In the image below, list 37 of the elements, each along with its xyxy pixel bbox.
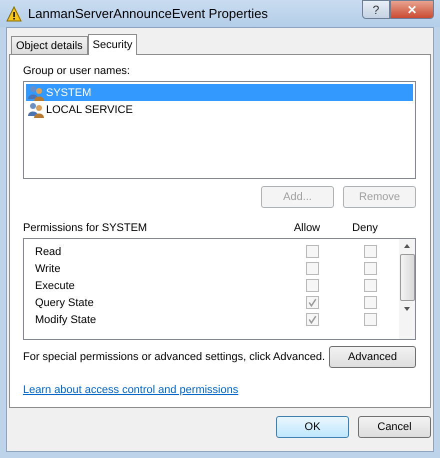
- permission-name: Query State: [34, 296, 95, 308]
- column-header: Deny: [351, 222, 379, 236]
- permission-name: Read: [34, 246, 62, 258]
- checkbox[interactable]: [364, 296, 376, 309]
- checkbox[interactable]: [306, 279, 318, 292]
- checkbox[interactable]: [364, 262, 376, 275]
- user-item[interactable]: LOCAL SERVICE: [26, 101, 413, 118]
- checkbox[interactable]: [364, 245, 376, 258]
- checkbox[interactable]: [364, 313, 376, 326]
- users-icon: [28, 84, 44, 100]
- group-label: Group or user names:: [23, 65, 131, 79]
- warning-icon: [6, 6, 22, 22]
- user-list[interactable]: SYSTEM LOCAL SERVICE: [23, 81, 416, 179]
- dialog-button[interactable]: Cancel: [358, 416, 431, 438]
- checkbox[interactable]: [364, 279, 376, 292]
- advanced-button[interactable]: Advanced: [329, 346, 416, 368]
- permission-name: Modify State: [34, 314, 98, 326]
- checkbox[interactable]: [306, 313, 318, 326]
- advanced-hint: For special permissions or advanced settings, click Advanced.: [23, 351, 326, 363]
- checkbox[interactable]: [306, 245, 318, 258]
- scrollbar[interactable]: [399, 239, 415, 339]
- permissions-label: Permissions for SYSTEM: [23, 222, 148, 236]
- window-title: LanmanServerAnnounceEvent Properties: [28, 6, 269, 21]
- tab[interactable]: Object details: [11, 36, 88, 54]
- tab[interactable]: Security: [88, 34, 138, 55]
- checkbox[interactable]: [306, 262, 318, 275]
- scroll-up-icon[interactable]: [403, 243, 411, 249]
- column-header: Allow: [292, 222, 322, 236]
- help-button[interactable]: ?: [362, 0, 390, 19]
- permission-name: Write: [34, 262, 62, 274]
- help-link[interactable]: Learn about access control and permissions: [23, 384, 238, 396]
- permission-name: Execute: [34, 280, 76, 292]
- scroll-down-icon[interactable]: [403, 306, 411, 312]
- scrollbar-thumb[interactable]: [400, 254, 414, 301]
- checkbox[interactable]: [306, 296, 318, 309]
- dialog-button[interactable]: OK: [276, 416, 349, 438]
- users-icon: [28, 102, 44, 118]
